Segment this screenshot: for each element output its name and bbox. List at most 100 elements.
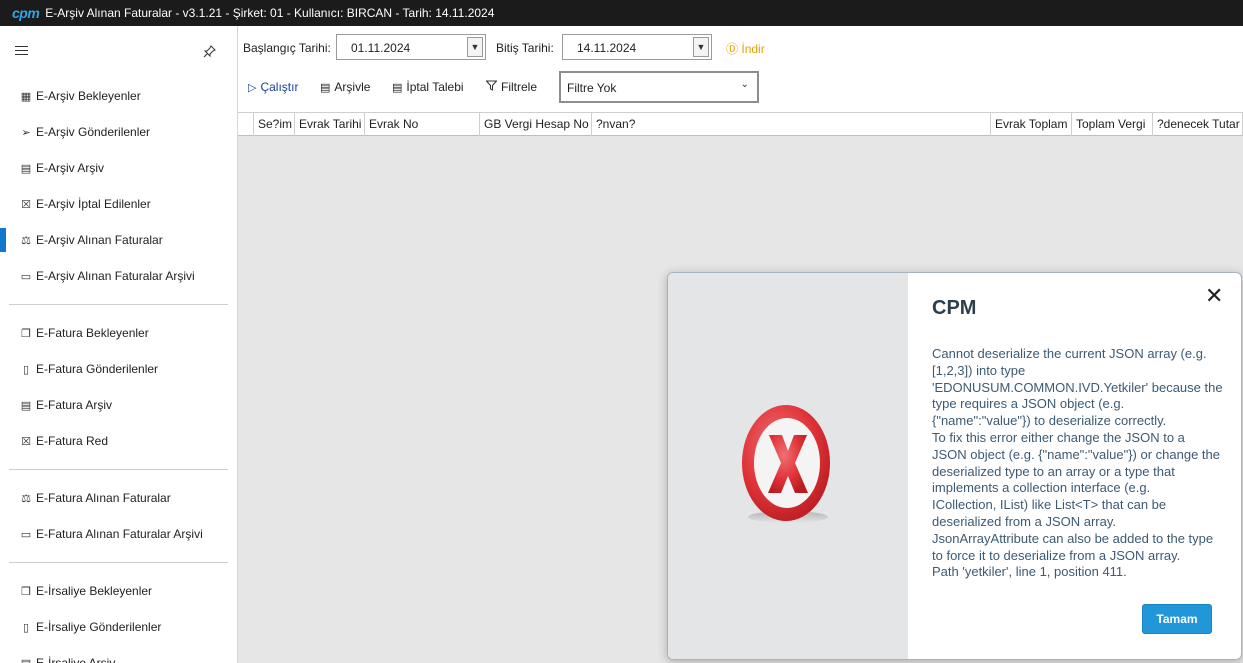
archive-icon: ▤ (320, 81, 331, 94)
hamburger-menu-icon[interactable] (15, 46, 28, 57)
start-date-picker[interactable]: 01.11.2024 ▼ (336, 34, 486, 60)
pin-icon[interactable] (203, 45, 216, 61)
date-toolbar: Başlangıç Tarihi: 01.11.2024 ▼ Bitiş Tar… (238, 26, 1243, 68)
archive-button[interactable]: ▤ Arşivle (320, 80, 370, 94)
dialog-title: CPM (932, 297, 977, 319)
grid-header: Se?im Evrak Tarihi Evrak No GB Vergi Hesap … (238, 112, 1243, 136)
chevron-down-icon[interactable]: ▼ (467, 37, 483, 57)
cancel-doc-icon: ☒ (21, 435, 31, 448)
folder-icon: ▭ (20, 528, 32, 541)
sidebar-item-label: E-Arşiv İptal Edilenler (36, 197, 151, 211)
column-header[interactable]: Se?im (254, 113, 295, 136)
sidebar-item[interactable]: ▭ E-Arşiv Alınan Faturalar Arşivi (0, 258, 237, 294)
sidebar-item-label: E-İrsaliye Gönderilenler (36, 620, 162, 634)
close-icon[interactable]: ✕ (1205, 285, 1223, 307)
sidebar-item-label: E-Fatura Alınan Faturalar Arşivi (36, 527, 203, 541)
row-header-cell[interactable] (238, 113, 254, 136)
dialog-message: Cannot deserialize the current JSON arra… (932, 346, 1223, 580)
document-icon: ▯ (22, 363, 30, 376)
sidebar-item[interactable]: ❐ E-Fatura Bekleyenler (0, 315, 237, 351)
end-date-picker[interactable]: 14.11.2024 ▼ (562, 34, 712, 60)
sidebar-item[interactable]: ➢ E-Arşiv Gönderilenler (0, 114, 237, 150)
sidebar-item-label: E-İrsaliye Arşiv (36, 656, 116, 663)
inbox-icon: ⚖ (21, 234, 31, 247)
sidebar-item-label: E-Fatura Gönderilenler (36, 362, 159, 376)
run-label: Çalıştır (260, 80, 299, 94)
archive-icon: ▤ (18, 657, 34, 663)
inbox-icon: ⚖ (21, 492, 31, 505)
title-bar: cpm E-Arşiv Alınan Faturalar - v3.1.21 -… (0, 0, 1243, 26)
column-header[interactable]: ?denecek Tutar (1153, 113, 1243, 136)
sidebar-item[interactable]: ▭ E-Fatura Alınan Faturalar Arşivi (0, 516, 237, 552)
sidebar-item[interactable]: ▤E-İrsaliye Arşiv (0, 645, 237, 663)
filter-button[interactable]: Filtrele (485, 80, 538, 94)
window-title: E-Arşiv Alınan Faturalar - v3.1.21 - Şir… (45, 6, 495, 20)
column-header[interactable]: Evrak No (365, 113, 480, 136)
sidebar-item[interactable]: ⚖ E-Fatura Alınan Faturalar (0, 480, 237, 516)
run-button[interactable]: ▷ Çalıştır (248, 80, 298, 94)
sidebar: ▦ E-Arşiv Bekleyenler ➢ E-Arşiv Gönderilenl… (0, 26, 238, 663)
sidebar-item-label: E-Fatura Red (36, 434, 109, 448)
filter-select-value: Filtre Yok (567, 81, 617, 95)
sidebar-item-label: E-Arşiv Bekleyenler (36, 89, 141, 103)
column-header[interactable]: GB Vergi Hesap No (480, 113, 592, 136)
sidebar-item[interactable]: ▤ E-Arşiv Arşiv (0, 150, 237, 186)
calculator-icon: ▦ (20, 90, 32, 103)
column-header[interactable]: Toplam Vergi (1072, 113, 1153, 136)
cancel-doc-icon: ▤ (392, 81, 403, 94)
chevron-down-icon: ⌄ (740, 79, 749, 90)
archive-icon: ▤ (20, 399, 32, 412)
folder-icon: ▭ (20, 270, 32, 283)
sidebar-item-label: E-Arşiv Gönderilenler (36, 125, 151, 139)
sidebar-item[interactable]: ▯ E-Fatura Gönderilenler (0, 351, 237, 387)
error-x-icon (738, 399, 838, 529)
funnel-icon (485, 80, 498, 94)
dialog-icon-panel (668, 273, 908, 659)
sidebar-item-label: E-Arşiv Alınan Faturalar Arşivi (36, 269, 195, 283)
sidebar-nav: ▦ E-Arşiv Bekleyenler ➢ E-Arşiv Gönderilenl… (0, 78, 237, 663)
filter-select[interactable]: Filtre Yok ⌄ (559, 71, 759, 103)
column-header[interactable]: Evrak Tarihi (295, 113, 365, 136)
filter-label: Filtrele (501, 80, 538, 94)
cancel-doc-icon: ☒ (21, 198, 31, 211)
end-date-label: Bitiş Tarihi: (496, 41, 554, 55)
cancel-request-button[interactable]: ▤ İptal Talebi (392, 80, 464, 94)
sidebar-item[interactable]: ☒ E-Fatura Red (0, 423, 237, 459)
sidebar-item-label: E-Arşiv Arşiv (36, 161, 105, 175)
sidebar-item-label: E-Fatura Bekleyenler (36, 326, 149, 340)
column-header[interactable]: Evrak Toplam (991, 113, 1072, 136)
column-header[interactable]: ?nvan? (592, 113, 991, 136)
app-logo: cpm (12, 5, 40, 21)
cancel-request-label: İptal Talebi (406, 80, 464, 94)
document-icon: ▯ (22, 621, 30, 634)
sidebar-item[interactable]: ⚖ E-Arşiv Alınan Faturalar (0, 222, 237, 258)
sidebar-item-label: E-Fatura Alınan Faturalar (36, 491, 171, 505)
sidebar-item-label: E-Arşiv Alınan Faturalar (36, 233, 163, 247)
sidebar-divider (9, 469, 228, 470)
end-date-value: 14.11.2024 (577, 41, 637, 55)
download-label: İndir (741, 42, 765, 56)
archive-icon: ▤ (20, 162, 32, 175)
start-date-value: 01.11.2024 (351, 41, 411, 55)
sidebar-item-label: E-İrsaliye Bekleyenler (36, 584, 153, 598)
play-circle-icon: ▷ (248, 81, 257, 94)
documents-icon: ❐ (21, 327, 31, 340)
action-toolbar: ▷ Çalıştır ▤ Arşivle ▤ İptal Talebi Filt… (238, 68, 1243, 110)
ok-button[interactable]: Tamam (1142, 604, 1212, 634)
start-date-label: Başlangıç Tarihi: (243, 41, 331, 55)
chevron-down-icon[interactable]: ▼ (693, 37, 709, 57)
download-icon: Ⓓ (726, 42, 739, 56)
sidebar-item[interactable]: ☒ E-Arşiv İptal Edilenler (0, 186, 237, 222)
sidebar-divider (9, 304, 228, 305)
sidebar-item[interactable]: ▦ E-Arşiv Bekleyenler (0, 78, 237, 114)
archive-label: Arşivle (334, 80, 371, 94)
sidebar-divider (9, 562, 228, 563)
download-button[interactable]: Ⓓ İndir (726, 40, 765, 57)
send-icon: ➢ (21, 126, 31, 139)
documents-icon: ❐ (21, 585, 31, 598)
sidebar-item-label: E-Fatura Arşiv (36, 398, 113, 412)
sidebar-item[interactable]: ❐ E-İrsaliye Bekleyenler (0, 573, 237, 609)
sidebar-item[interactable]: ▤ E-Fatura Arşiv (0, 387, 237, 423)
sidebar-item[interactable]: ▯ E-İrsaliye Gönderilenler (0, 609, 237, 645)
error-dialog: ✕ CPM Cannot deserialize the current JSO… (667, 272, 1242, 660)
